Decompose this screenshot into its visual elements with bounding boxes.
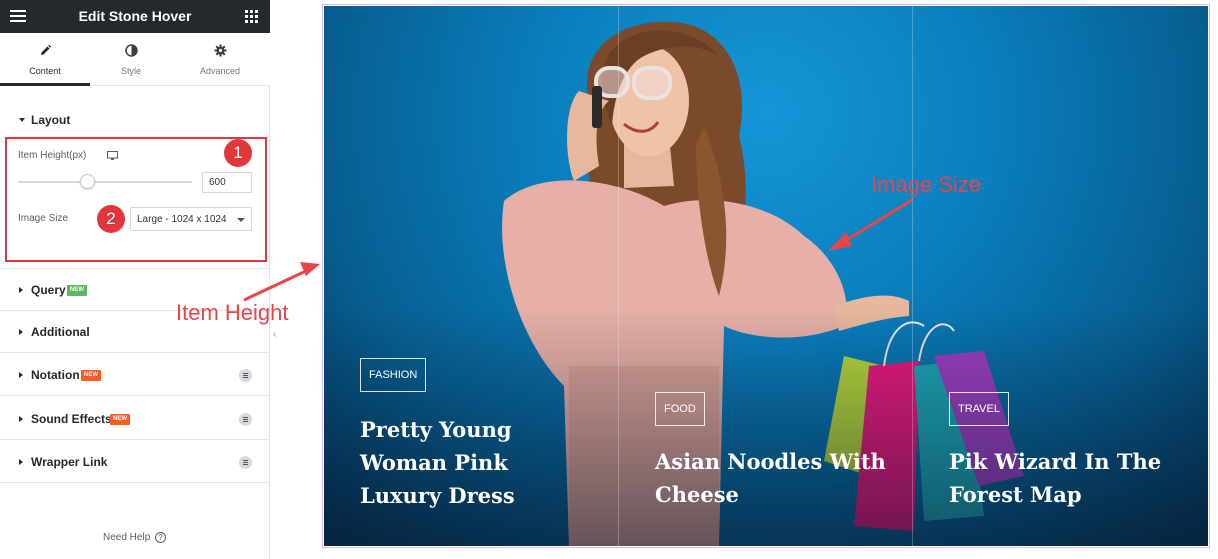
- arrow-icon: [243, 262, 320, 302]
- arrow-icon: [828, 198, 913, 251]
- annotation-arrows: [243, 198, 913, 302]
